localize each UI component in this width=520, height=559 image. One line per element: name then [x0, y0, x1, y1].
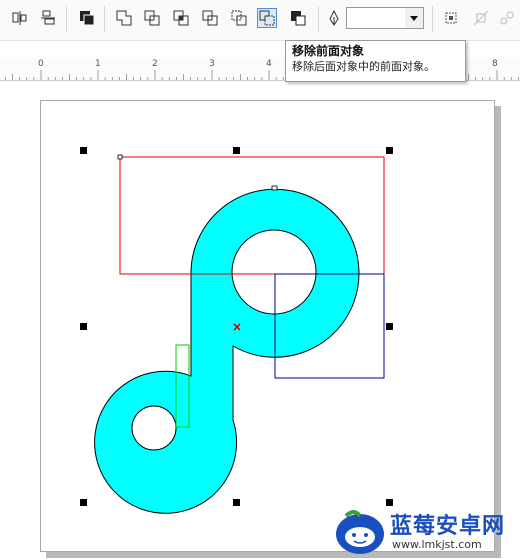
watermark: 蓝莓安卓网 www.lmkjst.com	[328, 500, 520, 559]
tooltip: 移除前面对象 移除后面对象中的前面对象。	[285, 40, 466, 82]
selection-handle-middle-right[interactable]	[386, 323, 393, 330]
drawing-objects	[80, 147, 393, 514]
selection-handle-middle-left[interactable]	[80, 323, 87, 330]
node-handle[interactable]	[271, 185, 278, 191]
tooltip-title: 移除前面对象	[292, 44, 365, 58]
cyan-figure-eight-shape[interactable]	[94, 188, 360, 514]
node-handle[interactable]	[117, 154, 123, 160]
selection-handle-bottom-left[interactable]	[80, 499, 87, 506]
watermark-logo-icon	[336, 510, 384, 554]
selection-handle-bottom-center[interactable]	[233, 499, 240, 506]
tooltip-description: 移除后面对象中的前面对象。	[292, 60, 435, 73]
watermark-title: 蓝莓安卓网	[390, 514, 506, 539]
selection-handle-top-center[interactable]	[233, 147, 240, 154]
watermark-url: www.lmkjst.com	[392, 538, 482, 551]
selection-handle-top-right[interactable]	[386, 147, 393, 154]
selection-handle-top-left[interactable]	[80, 147, 87, 154]
